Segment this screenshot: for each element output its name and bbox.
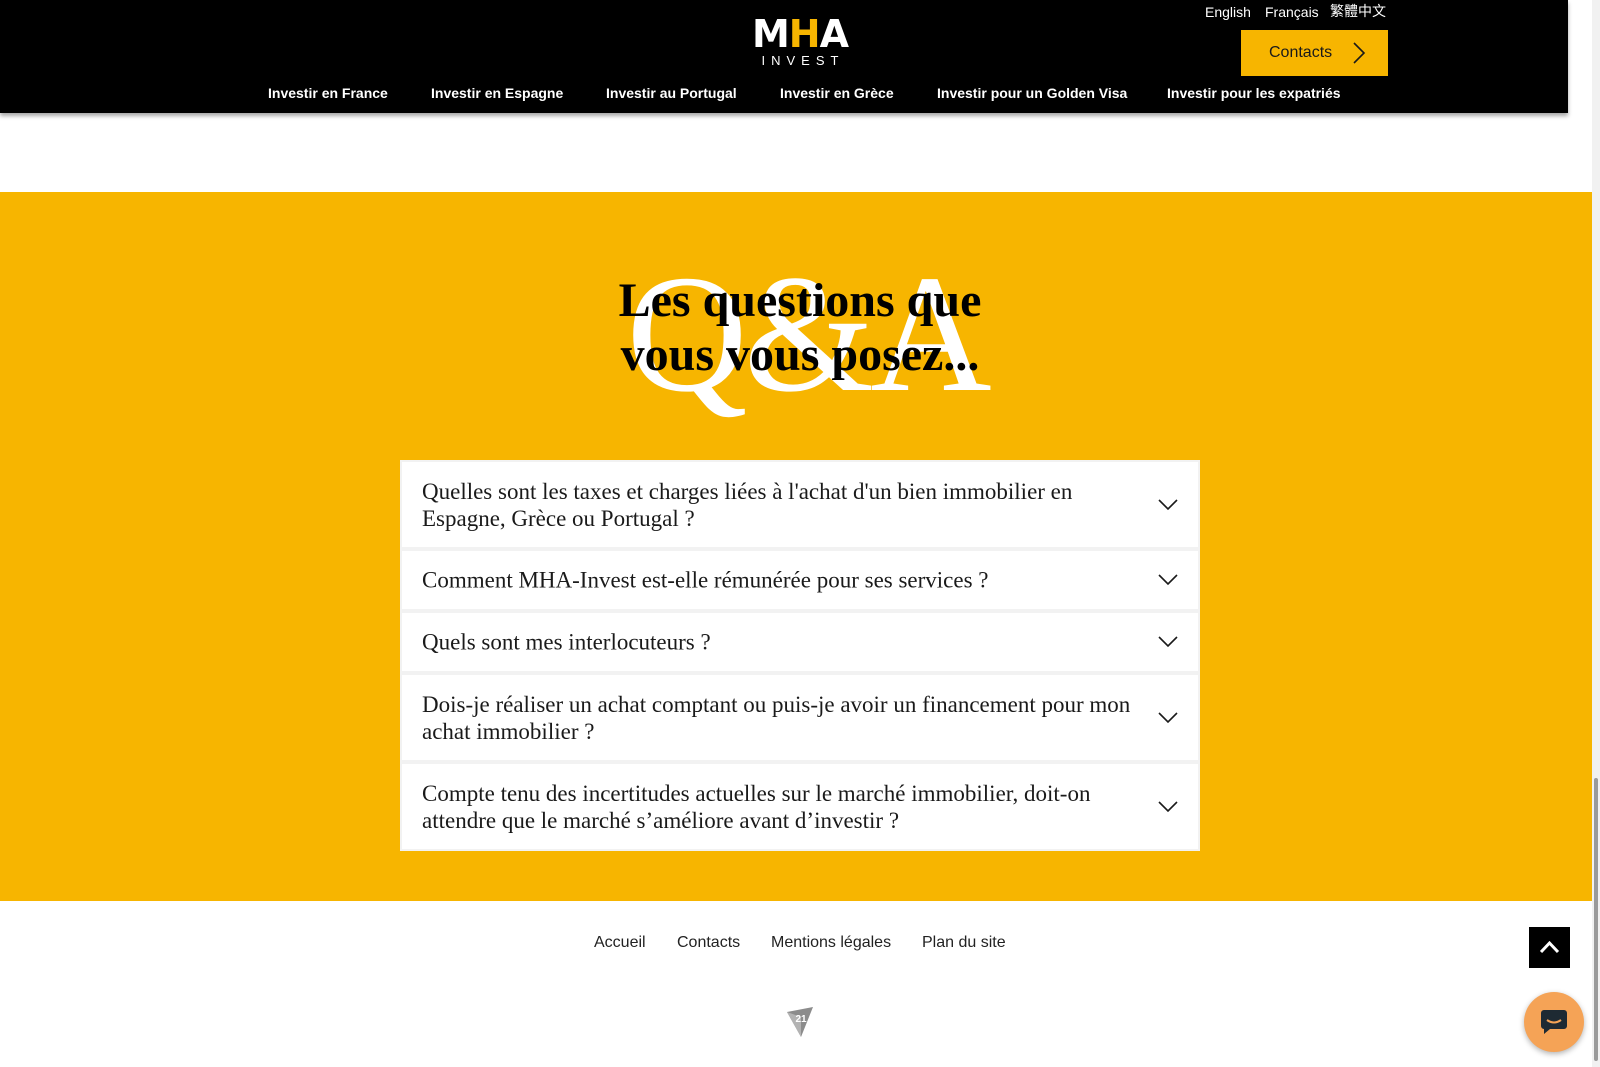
faq-item-financing[interactable]: Dois-je réaliser un achat comptant ou pu… [400,673,1200,762]
chevron-down-icon [1158,574,1178,586]
site-header: MHA INVEST English Français 繁體中文 Contact… [0,0,1568,113]
faq-question: Quels sont mes interlocuteurs ? [422,629,711,655]
chevron-down-icon [1158,636,1178,648]
nav-item-spain[interactable]: Investir en Espagne [431,83,563,103]
footer-link-legal[interactable]: Mentions légales [771,933,891,953]
footer-links: Accueil Contacts Mentions légales Plan d… [0,933,1600,953]
pin-badge-graphic: 21 [787,1007,813,1037]
language-french-link[interactable]: Français [1265,3,1319,21]
chevron-right-icon [1353,42,1366,64]
faq-question: Quelles sont les taxes et charges liées … [422,478,1073,531]
faq-question: Comment MHA-Invest est-elle rémunérée po… [422,567,989,593]
pin-badge-number: 21 [795,1014,807,1025]
nav-item-greece[interactable]: Investir en Grèce [780,83,894,103]
qa-title-line-1: Les questions que [618,274,982,327]
main-nav: Investir en France Investir en Espagne I… [0,83,1568,103]
chevron-up-icon [1539,940,1560,954]
nav-item-portugal[interactable]: Investir au Portugal [606,83,737,103]
nav-item-france[interactable]: Investir en France [268,83,388,103]
chat-widget-button[interactable] [1524,992,1584,1052]
chevron-down-icon [1158,498,1178,510]
chat-bubble-icon [1541,1010,1567,1034]
contacts-button-label: Contacts [1269,44,1333,61]
pin-badge-icon[interactable]: 21 [786,1006,814,1038]
footer-link-sitemap[interactable]: Plan du site [922,933,1006,953]
faq-item-taxes[interactable]: Quelles sont les taxes et charges liées … [400,460,1200,549]
contacts-button[interactable]: Contacts [1241,30,1388,76]
faq-question: Compte tenu des incertitudes actuelles s… [422,780,1091,833]
faq-item-remuneration[interactable]: Comment MHA-Invest est-elle rémunérée po… [400,549,1200,611]
nav-item-expats[interactable]: Investir pour les expatriés [1167,83,1341,103]
language-english-link[interactable]: English [1205,3,1251,21]
qa-section: Q&A Les questions que vous vous posez...… [0,192,1600,901]
footer-link-home[interactable]: Accueil [594,933,646,953]
faq-item-market-timing[interactable]: Compte tenu des incertitudes actuelles s… [400,762,1200,851]
logo-wordmark: MHA [751,12,849,56]
faq-question: Dois-je réaliser un achat comptant ou pu… [422,691,1131,744]
nav-item-golden-visa[interactable]: Investir pour un Golden Visa [937,83,1127,103]
footer-link-contacts[interactable]: Contacts [677,933,740,953]
language-chinese-link[interactable]: 繁體中文 [1330,3,1386,21]
qa-title-line-2: vous vous posez... [620,328,980,381]
logo-subtitle: INVEST [761,53,845,68]
site-logo[interactable]: MHA INVEST [738,14,862,68]
scrollbar-thumb[interactable] [1594,778,1598,1061]
chevron-down-icon [1158,800,1178,812]
back-to-top-button[interactable] [1529,927,1570,968]
faq-item-contacts[interactable]: Quels sont mes interlocuteurs ? [400,611,1200,673]
qa-title: Les questions que vous vous posez... [600,274,1000,382]
chevron-down-icon [1158,711,1178,723]
